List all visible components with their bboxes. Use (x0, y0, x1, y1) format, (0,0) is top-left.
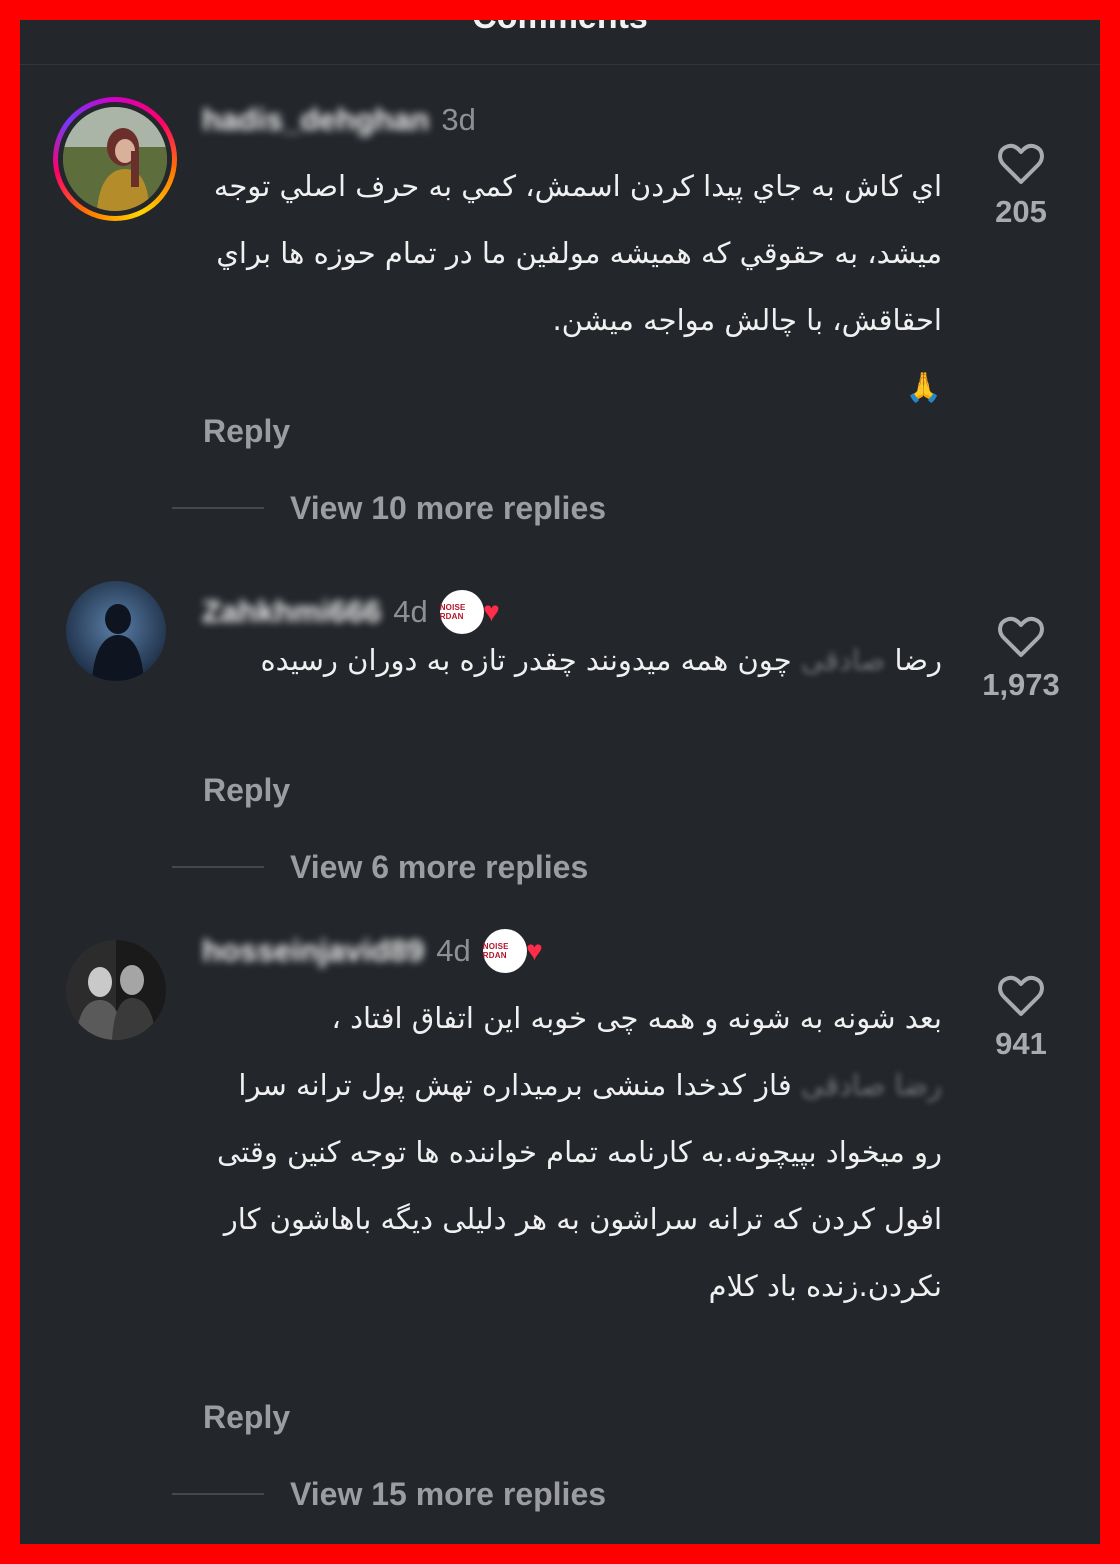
comment-username[interactable]: hadis_dehghan (202, 102, 429, 138)
comment-text: رضا صادقی چون همه میدونند چقدر تازه به د… (202, 627, 942, 694)
sheet-title: Comments (20, 20, 1100, 37)
view-more-replies-label: View 10 more replies (290, 489, 607, 526)
view-more-replies-button[interactable]: View 15 more replies (172, 1474, 606, 1514)
view-more-replies-label: View 6 more replies (290, 848, 589, 885)
comment-text: اي كاش به جاي پيدا كردن اسمش، كمي به حرف… (213, 169, 942, 404)
replies-divider (172, 507, 264, 509)
heart-outline-icon[interactable] (997, 615, 1045, 659)
like-control[interactable]: 1,973 (966, 615, 1076, 703)
like-control[interactable]: 205 (966, 142, 1076, 230)
heart-icon: ♥ (526, 935, 543, 966)
redacted-name: رضا صادقی (800, 1068, 942, 1102)
comments-sheet: Comments hadis_dehghan 3d اي كاش به جاي … (20, 20, 1100, 1544)
view-more-replies-button[interactable]: View 6 more replies (172, 847, 588, 887)
comment-text-part: بعد شونه به شونه و همه چی خوبه این اتفاق… (331, 1001, 942, 1035)
heart-icon: ♥ (483, 596, 500, 627)
comment-text-part: چون همه میدونند چقدر تازه به دوران رسیده (260, 643, 801, 677)
like-control[interactable]: 941 (966, 974, 1076, 1062)
redacted-name: صادقی (800, 643, 886, 677)
heart-outline-icon[interactable] (997, 974, 1045, 1018)
like-count: 941 (995, 1026, 1047, 1061)
comment-text: بعد شونه به شونه و همه چی خوبه این اتفاق… (202, 985, 942, 1320)
avatar (63, 107, 167, 211)
view-more-replies-button[interactable]: View 10 more replies (172, 488, 606, 528)
comment-time: 4d (393, 594, 428, 629)
verified-heart-badge: NOISE RDAN ♥ (482, 929, 543, 973)
comment-text-part: رضا (885, 643, 942, 677)
heart-outline-icon[interactable] (997, 142, 1045, 186)
replies-divider (172, 1493, 264, 1495)
comment-username[interactable]: Zahkhmi666 (202, 594, 381, 630)
avatar[interactable] (66, 940, 166, 1040)
avatar-story-ring[interactable] (53, 97, 177, 221)
comment-username[interactable]: hosseinjavid89 (202, 933, 424, 969)
replies-divider (172, 866, 264, 868)
like-count: 205 (995, 194, 1047, 229)
avatar[interactable] (66, 581, 166, 681)
reply-button[interactable]: Reply (203, 772, 290, 809)
badge-text: NOISE RDAN (482, 942, 509, 960)
reply-button[interactable]: Reply (203, 413, 290, 450)
like-count: 1,973 (982, 667, 1060, 702)
comment-time: 4d (436, 933, 471, 968)
badge-text: NOISE RDAN (439, 603, 466, 621)
sheet-header: Comments (20, 20, 1100, 65)
comment-time: 3d (441, 102, 476, 137)
reply-button[interactable]: Reply (203, 1399, 290, 1436)
view-more-replies-label: View 15 more replies (290, 1475, 607, 1512)
